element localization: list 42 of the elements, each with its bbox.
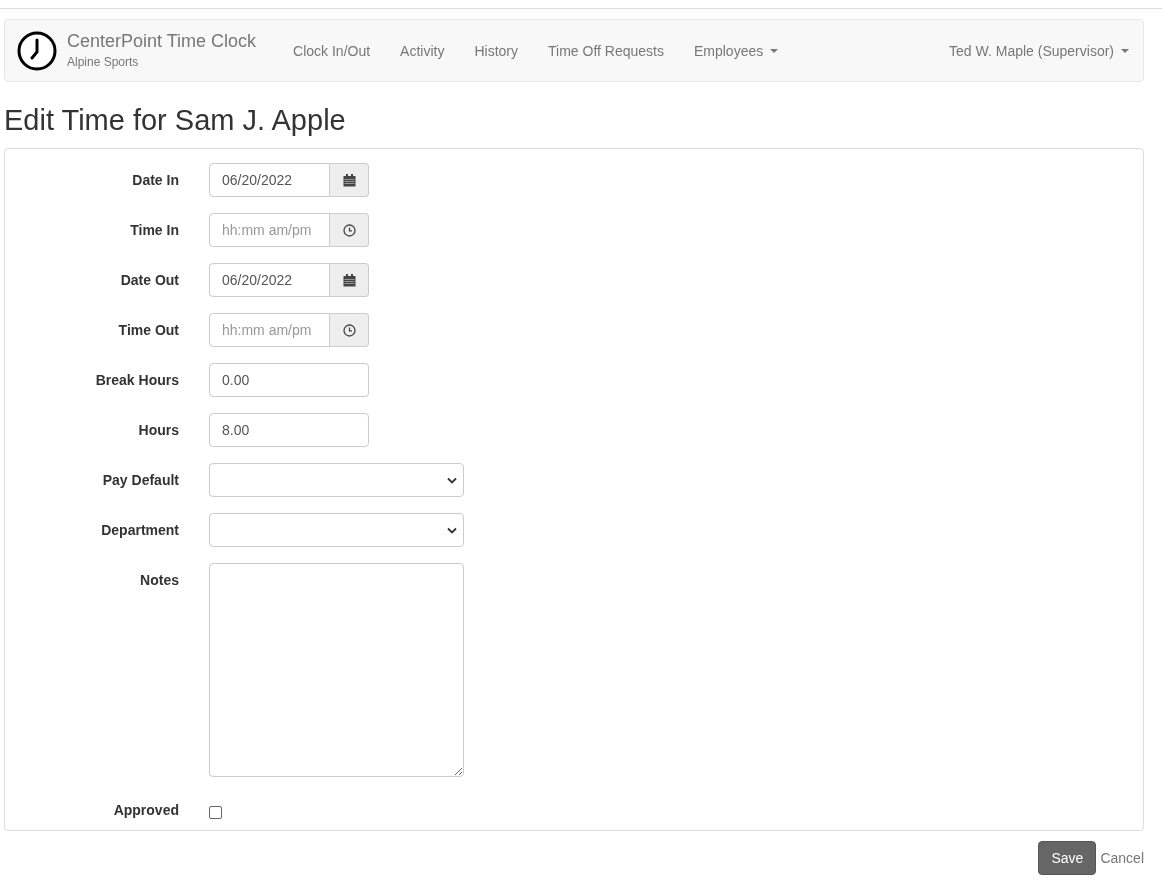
time-field[interactable]: hh:mm am/pm (209, 213, 330, 247)
field-label: Approved (112, 801, 179, 818)
dropdown-field[interactable] (209, 513, 464, 547)
calendar-icon (342, 273, 356, 287)
nav-link[interactable]: Employees (678, 42, 794, 59)
cancel-link[interactable]: Cancel (1100, 850, 1144, 866)
nav-link[interactable]: History (459, 42, 533, 59)
clock-icon (342, 223, 356, 237)
nav-link[interactable]: Time Off Requests (533, 42, 679, 59)
user-menu[interactable]: Ted W. Maple (Supervisor) (934, 42, 1131, 59)
notes-field[interactable] (209, 563, 464, 777)
time-picker-button[interactable] (330, 213, 369, 247)
clock-icon[interactable] (17, 30, 57, 71)
company-name: Alpine Sports (67, 54, 140, 69)
field-label: Pay Default (101, 471, 179, 488)
calendar-icon (342, 173, 356, 187)
field-label: Department (100, 521, 179, 538)
time-field[interactable]: hh:mm am/pm (209, 313, 330, 347)
nav-link[interactable]: Activity (385, 42, 460, 59)
page-title: Edit Time for Sam J. Apple (4, 103, 347, 138)
field-label: Hours (137, 421, 179, 438)
time-picker-button[interactable] (330, 313, 369, 347)
field-label: Break Hours (94, 371, 179, 388)
date-picker-button[interactable] (330, 263, 369, 297)
field-label: Date In (131, 171, 179, 188)
clock-icon (342, 323, 356, 337)
save-button[interactable]: Save (1038, 841, 1097, 875)
field-label: Notes (139, 571, 179, 588)
date-field[interactable]: 06/20/2022 (209, 163, 330, 197)
chevron-icon (447, 476, 457, 484)
text-field[interactable]: 0.00 (209, 363, 369, 397)
field-label: Time In (129, 221, 179, 238)
field-label: Time Out (117, 321, 179, 338)
dropdown-field[interactable] (209, 463, 464, 497)
field-label: Date Out (119, 271, 179, 288)
chevron-icon (447, 526, 457, 534)
brand-link[interactable]: CenterPoint Time Clock (67, 30, 257, 52)
checkbox[interactable] (209, 806, 222, 819)
date-picker-button[interactable] (330, 163, 369, 197)
text-field[interactable]: 8.00 (209, 413, 369, 447)
nav-link[interactable]: Clock In/Out (278, 42, 386, 59)
date-field[interactable]: 06/20/2022 (209, 263, 330, 297)
